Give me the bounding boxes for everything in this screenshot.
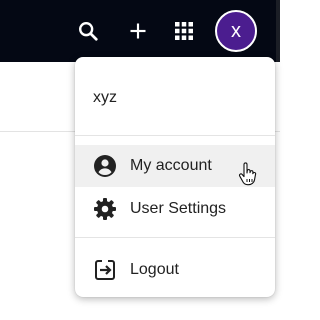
apps-grid-icon [175,22,193,40]
menu-item-label: My account [130,157,212,174]
menu-item-label: Logout [130,261,179,278]
scrollbar-edge [276,0,280,62]
menu-divider [75,237,275,238]
plus-icon [130,23,146,39]
menu-item-logout[interactable]: Logout [75,249,275,291]
menu-username: xyz [93,89,117,106]
avatar-button[interactable]: x [215,10,257,52]
menu-item-label: User Settings [130,200,227,217]
search-button[interactable] [70,13,106,49]
avatar-initial: x [231,19,241,42]
add-button[interactable] [120,13,156,49]
menu-item-user-settings[interactable]: User Settings [75,188,275,230]
search-icon [79,22,98,41]
menu-divider [75,135,275,136]
logout-icon [93,258,117,282]
account-circle-icon [93,154,117,178]
top-app-bar: x [0,0,280,62]
hand-cursor-icon [238,162,258,193]
gear-icon [93,197,117,221]
apps-button[interactable] [166,13,202,49]
